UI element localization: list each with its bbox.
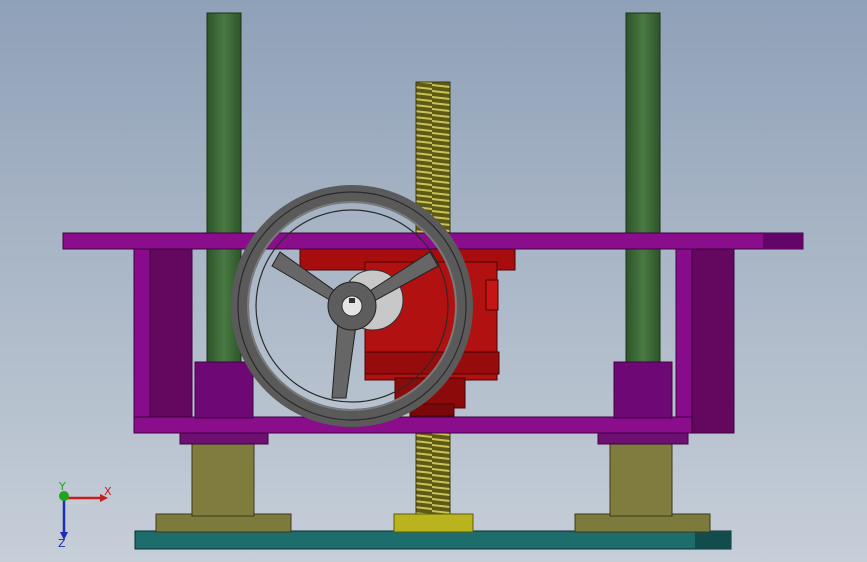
left-base-bushing[interactable] (155, 431, 292, 533)
z-axis-label: Z (58, 537, 66, 548)
base-plate[interactable] (134, 530, 732, 550)
right-base-bushing[interactable] (574, 431, 711, 533)
right-guide-rod[interactable] (625, 12, 661, 364)
y-axis-label: Y (58, 480, 66, 493)
orientation-triad: X Y Z (48, 478, 118, 550)
x-axis-label: X (104, 485, 112, 498)
cad-viewport[interactable] (0, 0, 867, 562)
